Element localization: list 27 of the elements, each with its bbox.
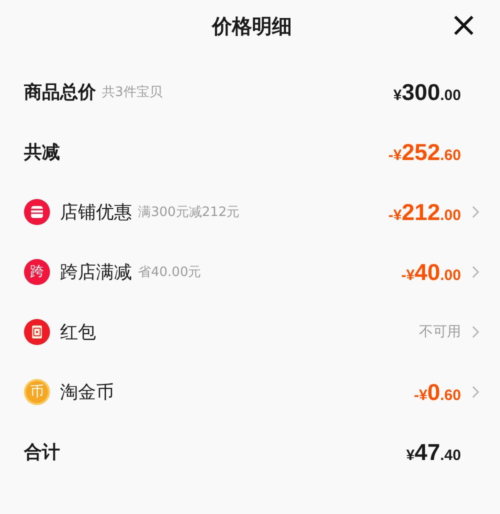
status-text: 不可用 xyxy=(419,323,461,341)
chevron-icon[interactable] xyxy=(471,205,480,219)
row-label: 跨店满减 xyxy=(60,261,132,284)
row-label: 共减 xyxy=(24,141,60,164)
price-value: -¥212.00 xyxy=(388,198,461,226)
price-value: -¥40.00 xyxy=(401,258,461,286)
row-label: 淘金币 xyxy=(60,381,114,404)
chevron-icon[interactable] xyxy=(471,265,480,279)
chevron-icon[interactable] xyxy=(471,325,480,339)
price-value: -¥252.60 xyxy=(388,138,461,166)
row-note: 共3件宝贝 xyxy=(102,84,162,101)
row-label: 合计 xyxy=(24,441,60,464)
row-note: 省40.00元 xyxy=(138,264,202,281)
row-label: 红包 xyxy=(60,321,96,344)
row-note: 满300元减212元 xyxy=(138,204,240,221)
chevron-icon[interactable] xyxy=(471,385,480,399)
price-value: ¥300.00 xyxy=(393,78,461,106)
sheet-title: 价格明细 xyxy=(212,12,292,40)
price-value: ¥47.40 xyxy=(406,438,461,466)
coin-icon: 币 xyxy=(24,379,50,405)
envelope-icon xyxy=(24,319,50,345)
badge-icon: 跨 xyxy=(24,259,50,285)
shop-icon xyxy=(24,199,50,225)
price-value: -¥0.60 xyxy=(414,378,461,406)
close-button[interactable]: × xyxy=(448,8,480,42)
row-label: 商品总价 xyxy=(24,81,96,104)
row-label: 店铺优惠 xyxy=(60,201,132,224)
